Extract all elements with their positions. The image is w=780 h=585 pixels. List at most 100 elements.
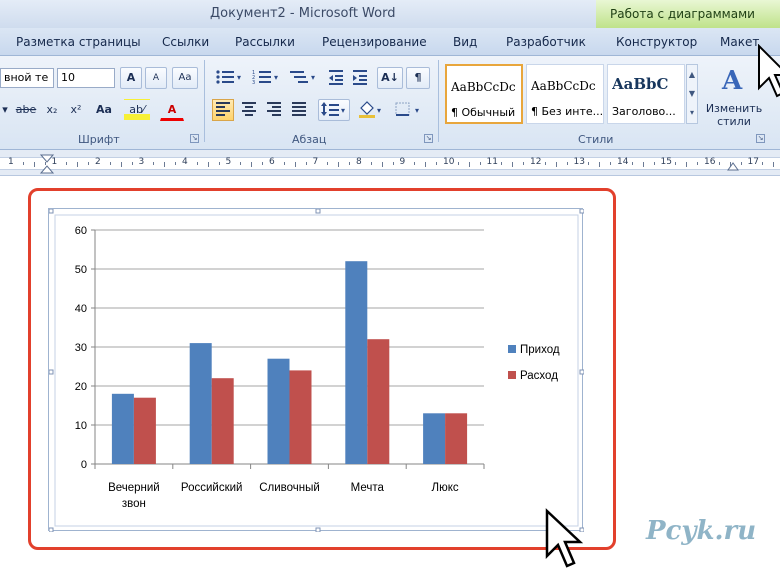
numbering-icon: 1 2 3 ▾ [252, 70, 278, 86]
tab-layout[interactable]: Макет [720, 35, 759, 49]
legend-label: Расход [520, 370, 558, 382]
tab-review[interactable]: Рецензирование [322, 35, 427, 49]
highlight-button[interactable]: ab⁄ [124, 99, 150, 121]
multilevel-list-button[interactable]: ▾ [287, 67, 319, 89]
ribbon: вной те 10 A A Aa ▾ abe x₂ x² Aa ab⁄ A Ш… [0, 56, 780, 150]
underline-dropdown-icon[interactable]: ▾ [0, 99, 10, 121]
ruler-tick [88, 162, 90, 165]
indent-marker-icon[interactable] [40, 154, 54, 174]
font-color-button[interactable]: A [160, 99, 184, 121]
ruler-tick [392, 162, 394, 165]
ruler-tick [523, 162, 525, 165]
show-formatting-button[interactable]: ¶ [406, 67, 430, 89]
ruler-tick [512, 162, 514, 167]
bar-expense [133, 397, 156, 464]
ribbon-tabs: Разметка страницы Ссылки Рассылки Реценз… [0, 28, 780, 56]
align-left-button[interactable] [212, 99, 234, 121]
mouse-cursor-icon [545, 508, 584, 568]
line-spacing-button[interactable]: ▾ [318, 99, 350, 121]
align-center-button[interactable] [238, 99, 260, 121]
justify-icon [292, 102, 306, 116]
horizontal-ruler[interactable]: 1 1 2 3 4 5 6 7 8 9 10 11 12 13 14 15 16 17 [0, 150, 780, 176]
svg-text:▾: ▾ [415, 106, 419, 115]
legend-swatch [508, 345, 516, 353]
numbering-button[interactable]: 1 2 3 ▾ [250, 67, 282, 89]
grow-font-button[interactable]: A [120, 67, 142, 89]
subscript-button[interactable]: x₂ [42, 99, 62, 121]
style-name: ¶ Обычный [451, 106, 516, 119]
title-bar: Документ2 - Microsoft Word Работа с диаг… [0, 0, 780, 28]
borders-button[interactable]: ▾ [392, 99, 428, 121]
ruler-tick [653, 162, 655, 165]
shrink-font-button[interactable]: A [145, 67, 167, 89]
ruler-tick [599, 162, 601, 167]
font-name-box[interactable]: вной те [0, 68, 54, 88]
bar-income [189, 343, 212, 464]
justify-button[interactable] [288, 99, 310, 121]
align-right-icon [267, 102, 281, 116]
clear-format-button[interactable]: Aa [172, 67, 198, 89]
resize-handle [315, 527, 321, 532]
tab-references[interactable]: Ссылки [162, 35, 209, 49]
bullets-icon: ▾ [216, 70, 241, 84]
font-size-box[interactable]: 10 [57, 68, 115, 88]
style-normal[interactable]: AaBbCcDc ¶ Обычный [445, 64, 523, 124]
ruler-tick [262, 162, 264, 165]
decrease-indent-button[interactable] [326, 67, 346, 89]
shading-button[interactable]: ▾ [356, 99, 386, 121]
ruler-tick [740, 162, 742, 165]
bar-income [423, 413, 446, 464]
bar-expense [367, 339, 390, 464]
styles-scroll[interactable]: ▲ ▼ ▾ [686, 64, 698, 124]
ruler-tick [251, 162, 253, 167]
ruler-tick [588, 162, 590, 165]
ruler-number: 1 [8, 157, 14, 167]
chart-object[interactable]: 0 10 20 30 40 50 60 Вечерний звон Российский Сливо… [48, 208, 584, 532]
tab-view[interactable]: Вид [453, 35, 477, 49]
align-center-icon [242, 102, 256, 116]
style-sample: AaBbCcDc [451, 80, 516, 94]
tab-mailings[interactable]: Рассылки [235, 35, 295, 49]
ruler-number: 16 [704, 157, 716, 167]
sort-button[interactable]: A↓ [377, 67, 403, 89]
font-dialog-launcher-icon[interactable]: ↘ [190, 134, 199, 143]
ruler-tick [327, 162, 329, 165]
ruler-tick [370, 162, 372, 165]
y-tick-label: 40 [75, 303, 87, 315]
style-no-spacing[interactable]: AaBbCcDc ¶ Без инте... [526, 64, 604, 124]
ruler-tick [349, 162, 351, 165]
ruler-tick [338, 162, 340, 167]
strikethrough-button[interactable]: abe [12, 99, 40, 121]
change-case-button[interactable]: Aa [90, 99, 118, 121]
category-label: Российский [181, 482, 243, 494]
svg-text:▾: ▾ [237, 73, 241, 82]
style-sample: AaBbCcDc [531, 79, 596, 93]
increase-indent-button[interactable] [350, 67, 370, 89]
align-right-button[interactable] [263, 99, 285, 121]
right-indent-marker-icon[interactable] [727, 161, 739, 171]
ruler-tick [196, 162, 198, 165]
ruler-number: 13 [573, 157, 585, 167]
ruler-tick [66, 162, 68, 165]
superscript-button[interactable]: x² [66, 99, 86, 121]
bullets-button[interactable]: ▾ [213, 67, 245, 89]
styles-group-label: Стили [578, 133, 614, 146]
y-tick-label: 60 [75, 225, 87, 237]
styles-dialog-launcher-icon[interactable]: ↘ [756, 134, 765, 143]
paragraph-group-label: Абзац [292, 133, 327, 146]
ruler-tick [77, 162, 79, 167]
style-heading-1[interactable]: AaBbC Заголово... [607, 64, 685, 124]
align-left-icon [216, 102, 230, 116]
ruler-tick [436, 162, 438, 165]
ruler-tick [501, 162, 503, 165]
ruler-number: 2 [95, 157, 101, 167]
ruler-tick [479, 162, 481, 165]
ruler-tick [33, 162, 35, 167]
style-sample: AaBbC [612, 75, 669, 93]
decrease-indent-icon [329, 70, 343, 85]
tab-page-layout[interactable]: Разметка страницы [16, 35, 141, 49]
paragraph-dialog-launcher-icon[interactable]: ↘ [424, 134, 433, 143]
chart-area [54, 214, 579, 527]
tab-design[interactable]: Конструктор [616, 35, 697, 49]
tab-developer[interactable]: Разработчик [506, 35, 586, 49]
